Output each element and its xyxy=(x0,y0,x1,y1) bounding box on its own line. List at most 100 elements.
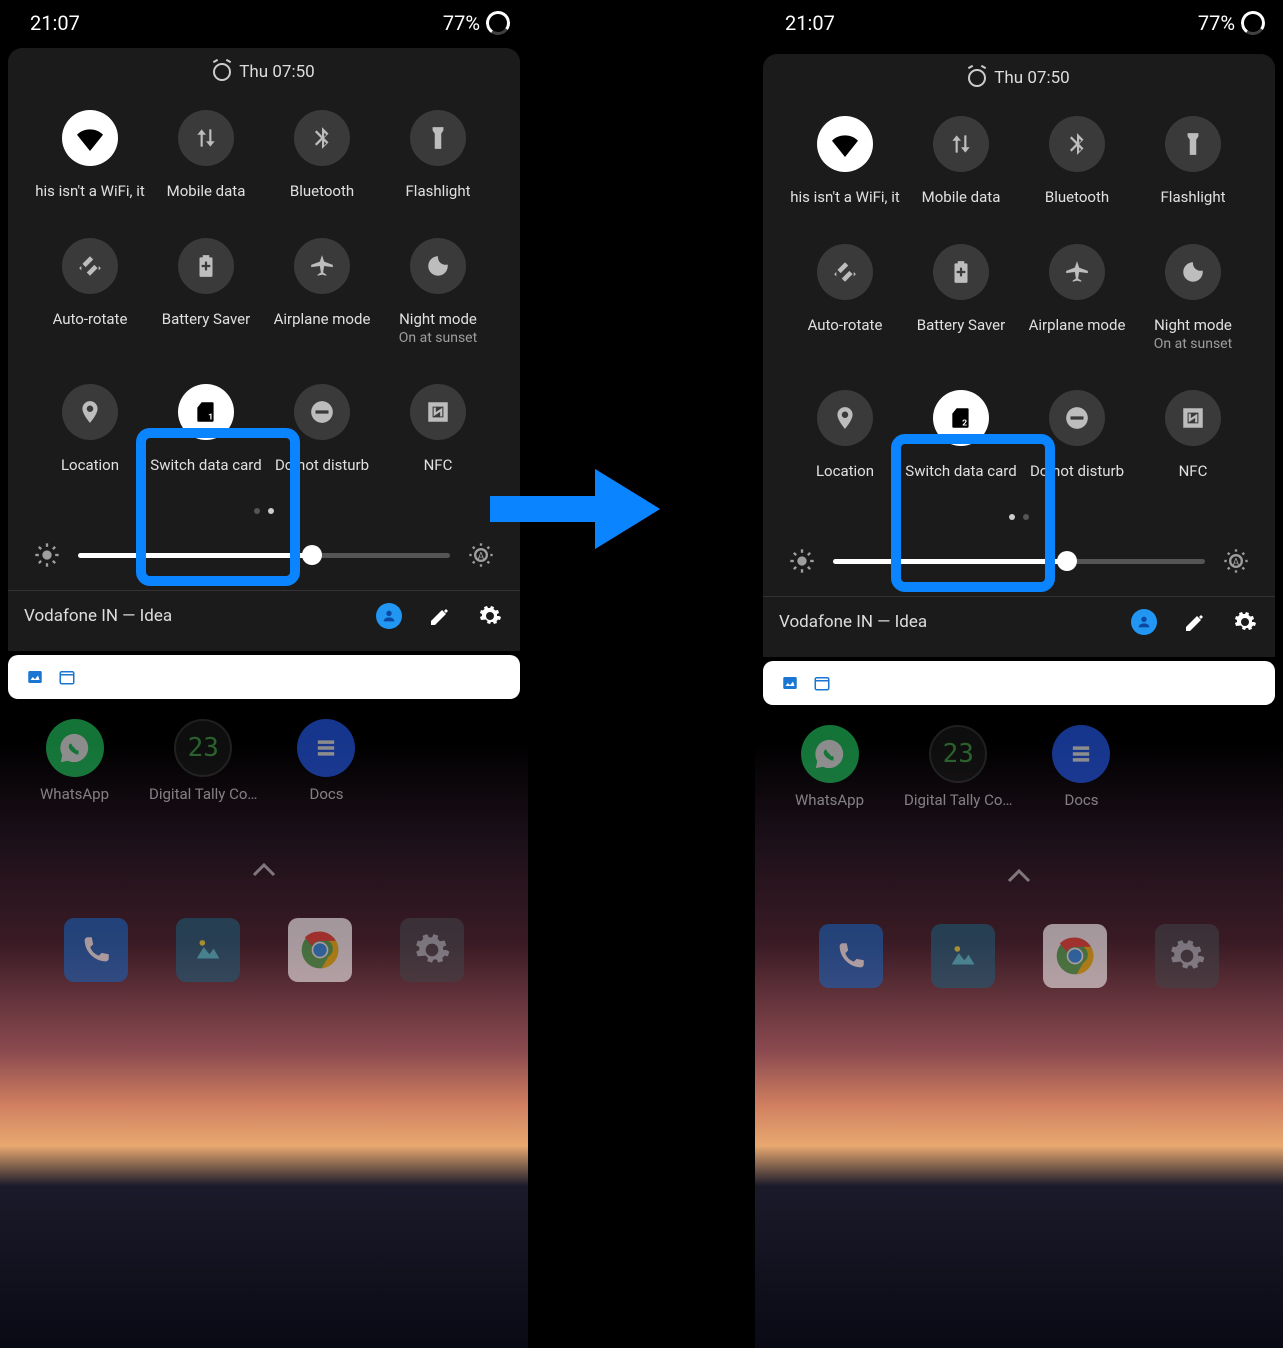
qs-footer: Vodafone IN — Idea xyxy=(763,596,1275,647)
app-label: Digital Tally Co… xyxy=(904,791,1012,809)
tile-wifi[interactable]: his isn't a WiFi, it xyxy=(32,110,148,200)
status-time: 21:07 xyxy=(30,11,80,35)
brightness-slider-row: A xyxy=(787,546,1251,576)
tile-nfc[interactable]: NFC xyxy=(380,384,496,474)
dock-phone[interactable] xyxy=(64,918,128,982)
tile-label: Mobile data xyxy=(922,188,1001,206)
brightness-auto-icon[interactable]: A xyxy=(1221,546,1251,576)
tile-location[interactable]: Location xyxy=(787,390,903,480)
dock-chrome[interactable] xyxy=(288,918,352,982)
night-mode-icon xyxy=(1165,244,1221,300)
alarm-icon xyxy=(213,63,231,81)
app-docs[interactable]: Docs xyxy=(297,719,355,803)
dock-photos[interactable] xyxy=(176,918,240,982)
settings-gear-icon[interactable] xyxy=(478,604,502,628)
app-drawer-handle[interactable] xyxy=(755,859,1283,894)
tile-label: Flashlight xyxy=(1161,188,1226,206)
edit-icon[interactable] xyxy=(428,604,452,628)
tile-label: Night mode xyxy=(399,310,477,328)
mobile-data-icon xyxy=(933,116,989,172)
tile-nfc[interactable]: NFC xyxy=(1135,390,1251,480)
tile-night-mode[interactable]: Night mode On at sunset xyxy=(380,238,496,346)
tile-label: Bluetooth xyxy=(1045,188,1109,206)
tile-label: Mobile data xyxy=(167,182,246,200)
sim-card-icon: 1 xyxy=(178,384,234,440)
app-whatsapp[interactable]: WhatsApp xyxy=(40,719,109,803)
qs-header: Thu 07:50 xyxy=(18,62,510,82)
tile-flashlight[interactable]: Flashlight xyxy=(1135,116,1251,206)
tile-bluetooth[interactable]: Bluetooth xyxy=(1019,116,1135,206)
tile-mobile-data[interactable]: Mobile data xyxy=(903,116,1019,206)
qs-datetime: Thu 07:50 xyxy=(239,62,314,82)
tile-battery-saver[interactable]: Battery Saver xyxy=(903,244,1019,352)
app-drawer-handle[interactable] xyxy=(0,853,528,888)
app-label: WhatsApp xyxy=(795,791,864,809)
qs-tiles: his isn't a WiFi, it Mobile data Bluetoo… xyxy=(18,104,510,480)
flashlight-icon xyxy=(410,110,466,166)
home-apps-row: WhatsApp 23 Digital Tally Co… Docs xyxy=(0,699,528,823)
tile-switch-data-card[interactable]: 1 Switch data card xyxy=(148,384,264,474)
dot-2 xyxy=(268,508,274,514)
brightness-slider[interactable] xyxy=(78,553,450,558)
dock-chrome[interactable] xyxy=(1043,924,1107,988)
qs-header: Thu 07:50 xyxy=(773,68,1265,88)
tile-flashlight[interactable]: Flashlight xyxy=(380,110,496,200)
tile-wifi[interactable]: his isn't a WiFi, it xyxy=(787,116,903,206)
tile-battery-saver[interactable]: Battery Saver xyxy=(148,238,264,346)
svg-text:2: 2 xyxy=(962,419,967,429)
tile-label: Location xyxy=(61,456,119,474)
home-apps-row: WhatsApp 23 Digital Tally Co… Docs xyxy=(755,705,1283,829)
tile-switch-data-card[interactable]: 2 Switch data card xyxy=(903,390,1019,480)
dock-phone[interactable] xyxy=(819,924,883,988)
calendar-icon xyxy=(813,674,831,692)
dock-photos[interactable] xyxy=(931,924,995,988)
qs-datetime: Thu 07:50 xyxy=(994,68,1069,88)
tile-auto-rotate[interactable]: Auto-rotate xyxy=(32,238,148,346)
settings-gear-icon[interactable] xyxy=(1233,610,1257,634)
tile-label: NFC xyxy=(1179,462,1208,480)
user-icon[interactable] xyxy=(376,603,402,629)
bluetooth-icon xyxy=(1049,116,1105,172)
location-icon xyxy=(62,384,118,440)
dot-1 xyxy=(1009,514,1015,520)
app-digital-tally[interactable]: 23 Digital Tally Co… xyxy=(904,725,1012,809)
quick-settings-panel: Thu 07:50 his isn't a WiFi, it Mobile da… xyxy=(8,48,520,651)
tile-airplane-mode[interactable]: Airplane mode xyxy=(264,238,380,346)
tile-label: Bluetooth xyxy=(290,182,354,200)
tile-night-mode[interactable]: Night mode On at sunset xyxy=(1135,244,1251,352)
app-digital-tally[interactable]: 23 Digital Tally Co… xyxy=(149,719,257,803)
tile-label: Auto-rotate xyxy=(808,316,883,334)
tile-airplane-mode[interactable]: Airplane mode xyxy=(1019,244,1135,352)
tile-location[interactable]: Location xyxy=(32,384,148,474)
tile-label: Do not disturb xyxy=(1030,462,1124,480)
tile-auto-rotate[interactable]: Auto-rotate xyxy=(787,244,903,352)
image-icon xyxy=(781,674,799,692)
nfc-icon xyxy=(410,384,466,440)
battery-ring-icon xyxy=(484,9,512,37)
qs-footer: Vodafone IN — Idea xyxy=(8,590,520,641)
tile-do-not-disturb[interactable]: Do not disturb xyxy=(1019,390,1135,480)
edit-icon[interactable] xyxy=(1183,610,1207,634)
battery-ring-icon xyxy=(1239,9,1267,37)
tile-bluetooth[interactable]: Bluetooth xyxy=(264,110,380,200)
dnd-icon xyxy=(1049,390,1105,446)
status-bar: 21:07 77% xyxy=(0,0,528,40)
svg-text:A: A xyxy=(478,550,485,563)
notification-search-bar[interactable] xyxy=(763,661,1275,705)
tile-do-not-disturb[interactable]: Do not disturb xyxy=(264,384,380,474)
app-label: Digital Tally Co… xyxy=(149,785,257,803)
transition-arrow-icon xyxy=(485,454,665,568)
airplane-icon xyxy=(1049,244,1105,300)
dock-settings[interactable] xyxy=(400,918,464,982)
tile-label: Switch data card xyxy=(150,456,261,474)
tile-mobile-data[interactable]: Mobile data xyxy=(148,110,264,200)
user-icon[interactable] xyxy=(1131,609,1157,635)
dock-settings[interactable] xyxy=(1155,924,1219,988)
phone-right: 21:07 77% Thu 07:50 his isn't a WiFi, it… xyxy=(755,0,1283,1348)
app-whatsapp[interactable]: WhatsApp xyxy=(795,725,864,809)
location-icon xyxy=(817,390,873,446)
tile-label: Location xyxy=(816,462,874,480)
app-docs[interactable]: Docs xyxy=(1052,725,1110,809)
notification-search-bar[interactable] xyxy=(8,655,520,699)
brightness-slider[interactable] xyxy=(833,559,1205,564)
